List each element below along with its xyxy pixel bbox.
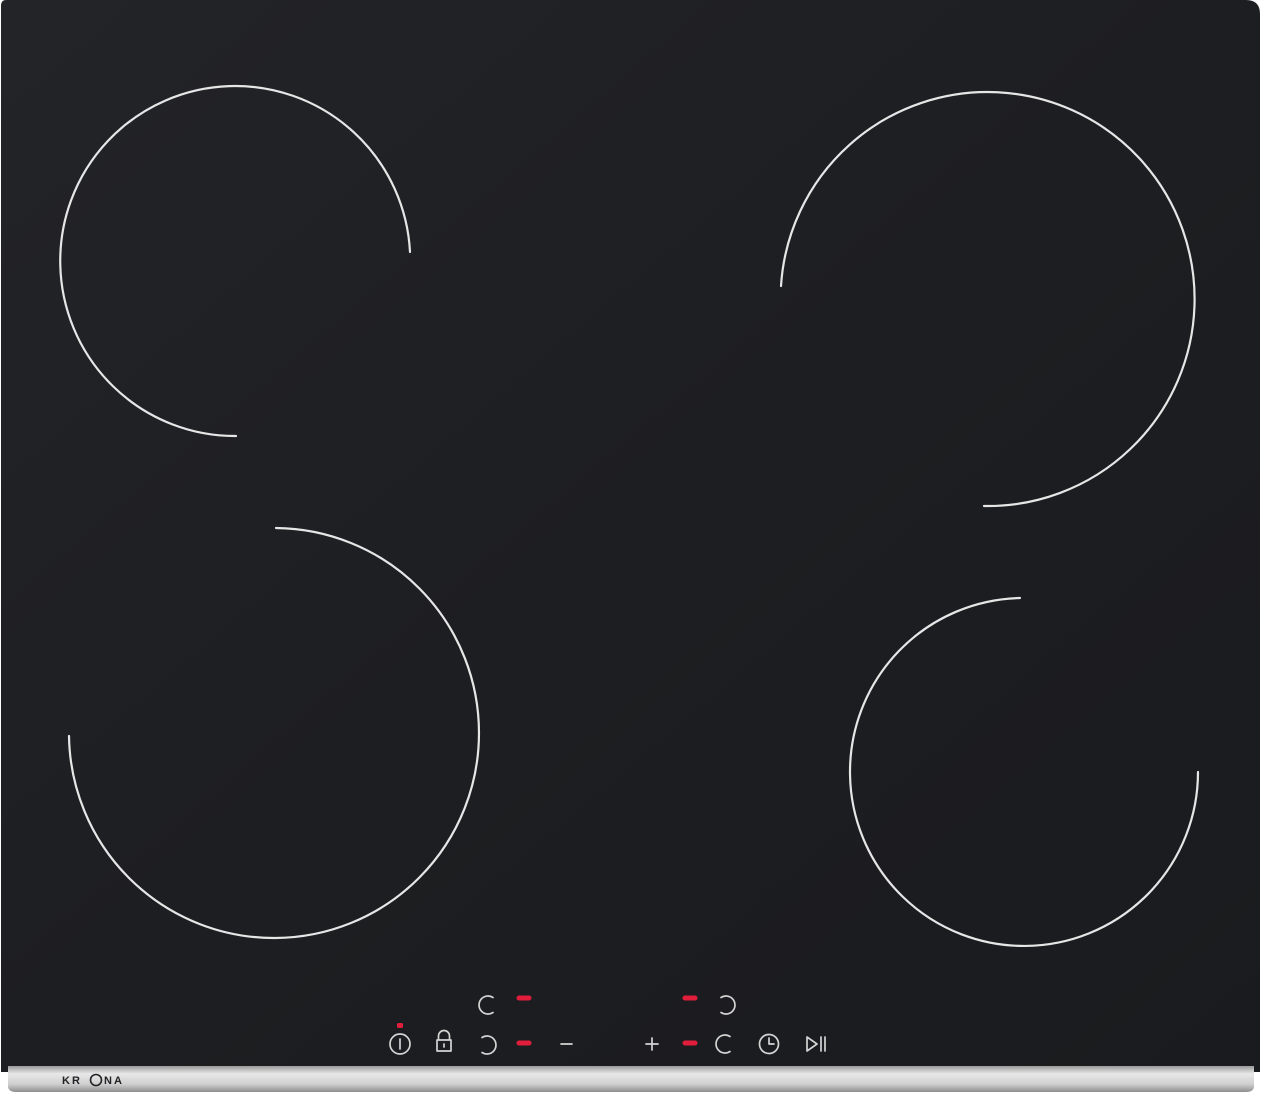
zone-selector-front-left[interactable]	[470, 1030, 504, 1060]
zone-selector-rear-left[interactable]	[470, 990, 504, 1020]
play-pause-button[interactable]	[800, 1028, 834, 1060]
zone-selector-rear-right[interactable]	[712, 990, 746, 1020]
ceramic-cooktop: KR NA	[1, 0, 1260, 1092]
front-frame	[8, 1066, 1254, 1092]
zone-selector-front-left-hit[interactable]	[470, 1030, 504, 1060]
timer-button[interactable]	[753, 1028, 785, 1060]
glass-surface	[1, 0, 1260, 1072]
zone-selector-front-right[interactable]	[710, 1030, 744, 1060]
brand-logo-left: KR	[62, 1075, 82, 1087]
power-button-hit[interactable]	[384, 1028, 418, 1062]
zone-selector-rear-right-hit[interactable]	[712, 990, 746, 1020]
brand-logo-right: NA	[104, 1075, 124, 1087]
increase-button[interactable]	[638, 1030, 666, 1058]
decrease-button[interactable]	[552, 1030, 580, 1058]
zone-selector-rear-left-hit[interactable]	[470, 990, 504, 1020]
power-button[interactable]	[384, 1028, 418, 1062]
power-led	[397, 1023, 403, 1028]
lock-button[interactable]	[428, 1028, 460, 1060]
